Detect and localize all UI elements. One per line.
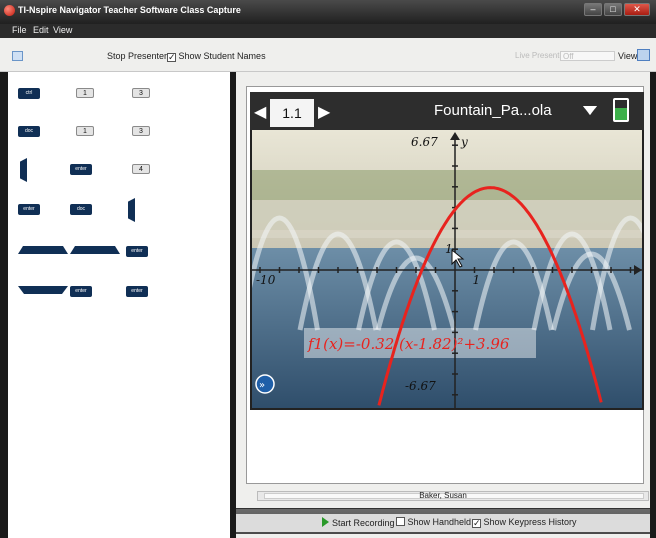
view-label[interactable]: View (618, 51, 637, 61)
keypress-key: enter (70, 164, 92, 175)
show-keypress-history-label: Show Keypress History (483, 517, 577, 527)
keypress-history-panel: ctrl 1 3 doc 1 3 enter 4 enter doc enter enter enter (8, 72, 230, 538)
show-keypress-history-toggle[interactable]: ✓ Show Keypress History (472, 517, 577, 528)
stop-presenter-button[interactable]: Stop Presenter (107, 51, 167, 61)
keypress-key: doc (70, 204, 92, 215)
close-button[interactable]: ✕ (624, 3, 650, 16)
keypress-key: doc (18, 126, 40, 137)
screen-capture-icon[interactable] (12, 51, 23, 61)
show-keypress-history-checkbox[interactable]: ✓ (472, 519, 481, 528)
handheld-header: ◀ 1.1 ▶ Fountain_Pa...ola (250, 92, 644, 130)
keypress-key: 1 (76, 88, 94, 98)
handheld-display: ◀ 1.1 ▶ Fountain_Pa...ola f1(x)=-0.32·(x… (250, 92, 644, 410)
show-handheld-toggle[interactable]: Show Handheld (396, 517, 471, 527)
previous-page-icon: ◀ (254, 104, 267, 121)
y-tick-one-label: 1 (445, 242, 453, 256)
show-handheld-checkbox[interactable] (396, 517, 405, 526)
show-student-names-label: Show Student Names (178, 51, 266, 61)
student-screen-panel: ◀ 1.1 ▶ Fountain_Pa...ola f1(x)=-0.32·(x… (236, 72, 650, 538)
live-presenter-value: Off (563, 52, 574, 61)
window-controls: – □ ✕ (584, 3, 650, 16)
start-recording-label: Start Recording (332, 518, 395, 528)
keypress-key: 1 (76, 126, 94, 136)
menu-file[interactable]: File (12, 25, 27, 35)
menu-edit[interactable]: Edit (33, 25, 49, 35)
bottom-bar-inner: Start Recording Show Handheld ✓ Show Key… (236, 514, 650, 532)
show-student-names-checkbox[interactable]: ✓ (167, 53, 176, 62)
keypress-key: ctrl (18, 88, 40, 99)
next-page-icon: ▶ (318, 104, 331, 121)
keypress-key: enter (126, 286, 148, 297)
keypress-key (70, 246, 120, 254)
keypress-key (128, 198, 135, 222)
x-tick-one-label: 1 (473, 273, 481, 287)
battery-icon (613, 98, 629, 122)
student-screen-frame[interactable]: ◀ 1.1 ▶ Fountain_Pa...ola f1(x)=-0.32·(x… (246, 86, 649, 501)
show-handheld-label: Show Handheld (407, 517, 472, 527)
keypress-key: 4 (132, 164, 150, 174)
app-logo-icon (4, 5, 15, 16)
keypress-key: 3 (132, 88, 150, 98)
document-title: Fountain_Pa...ola (434, 102, 552, 119)
play-icon (322, 517, 329, 527)
keypress-key (18, 246, 68, 254)
double-chevron-icon: » (259, 380, 265, 391)
keypress-key: 3 (132, 126, 150, 136)
page-tab: 1.1 (270, 99, 314, 127)
graph-screen: f1(x)=-0.32·(x-1.82)²+3.96 6.67 y -6.67 … (252, 130, 642, 408)
chevron-down-icon (583, 106, 597, 115)
view-layout-icon[interactable] (637, 49, 650, 61)
live-presenter-label: Live Presenter (515, 51, 567, 60)
keypress-key (20, 158, 27, 182)
keypress-key: enter (18, 204, 40, 215)
keypress-key (18, 286, 68, 294)
keypress-key: enter (126, 246, 148, 257)
x-min-label: -10 (256, 273, 276, 287)
y-max-label: 6.67 (411, 135, 438, 149)
live-presenter-dropdown: Live Presenter Off (515, 51, 615, 62)
graph-svg: f1(x)=-0.32·(x-1.82)²+3.96 6.67 y -6.67 … (252, 130, 642, 408)
start-recording-button[interactable]: Start Recording (322, 517, 395, 528)
y-min-label: -6.67 (405, 379, 436, 393)
minimize-button[interactable]: – (584, 3, 602, 16)
title-bar: TI-Nspire Navigator Teacher Software Cla… (0, 0, 656, 24)
maximize-button[interactable]: □ (604, 3, 622, 16)
menu-bar: File Edit View (0, 24, 656, 38)
bottom-bar: Start Recording Show Handheld ✓ Show Key… (236, 508, 650, 534)
keypress-key: enter (70, 286, 92, 297)
window-title: TI-Nspire Navigator Teacher Software Cla… (18, 5, 241, 15)
toolbar: Stop Presenter ✓ Show Student Names Live… (0, 38, 656, 72)
function-label: f1(x)=-0.32·(x-1.82)²+3.96 (307, 335, 510, 353)
menu-view[interactable]: View (53, 25, 72, 35)
student-name: Baker, Susan (419, 491, 467, 500)
y-axis-name: y (460, 135, 468, 149)
live-presenter-select: Off (560, 51, 615, 61)
show-student-names-toggle[interactable]: ✓ Show Student Names (167, 51, 266, 62)
